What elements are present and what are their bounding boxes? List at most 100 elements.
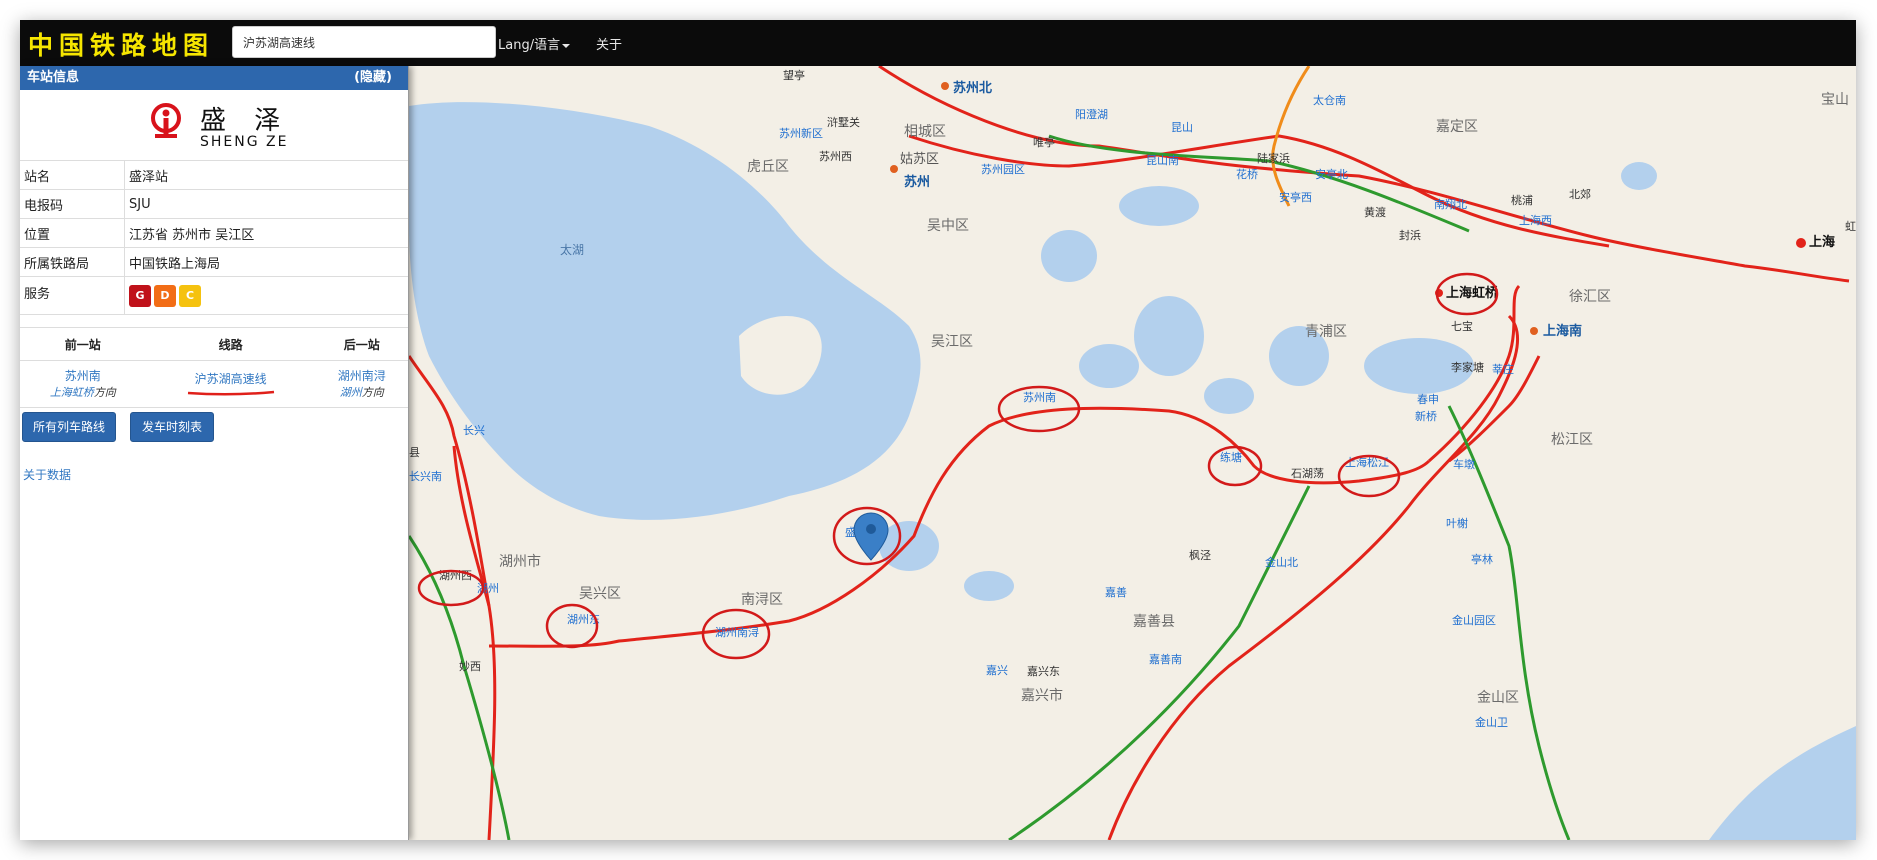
station-label[interactable]: 昆山 (1171, 121, 1193, 134)
line-header: 线路 (145, 327, 316, 361)
info-key: 位置 (20, 218, 125, 248)
red-underline-annotation (187, 390, 274, 396)
station-label[interactable]: 浒墅关 (827, 115, 860, 129)
station-label[interactable]: 金山北 (1265, 555, 1298, 569)
district-label: 青浦区 (1305, 324, 1347, 340)
top-navbar: 中国铁路地图 Lang/语言 关于 (20, 20, 1856, 66)
prev-station-cell: 苏州南 上海虹桥方向 (20, 360, 146, 408)
station-label[interactable]: 车墩 (1453, 457, 1475, 471)
about-link[interactable]: 关于 (596, 34, 622, 53)
station-label[interactable]: 封浜 (1399, 228, 1421, 242)
station-label[interactable]: 新桥 (1415, 409, 1437, 423)
lake (964, 571, 1014, 601)
station-label[interactable]: 望亭 (783, 68, 805, 82)
station-label[interactable]: 太仓南 (1313, 93, 1346, 107)
station-label[interactable]: 金山园区 (1452, 613, 1496, 627)
station-label[interactable]: 桃浦 (1511, 193, 1533, 207)
station-label[interactable]: 陆家浜 (1257, 151, 1290, 165)
station-name-cn: 盛 泽 (200, 106, 291, 136)
station-label[interactable]: 湖州南浔 (715, 626, 759, 639)
station-label[interactable]: 上海西 (1519, 213, 1552, 227)
next-station-link[interactable]: 湖州南浔 (317, 368, 407, 384)
table-row: 所属铁路局 中国铁路上海局 (20, 247, 408, 277)
line-cell: 沪苏湖高速线 (145, 360, 316, 408)
next-station-cell: 湖州南浔 湖州方向 (315, 360, 408, 408)
app-title[interactable]: 中国铁路地图 (28, 26, 214, 62)
station-info-panel: 车站信息 (隐藏) 盛 泽 SHENG ZE 站名 盛泽站 电报码 SJU 位置 江苏… (20, 66, 409, 840)
station-label[interactable]: 上海虹桥 (1446, 285, 1499, 301)
next-direction-station: 湖州 (339, 385, 362, 399)
station-label[interactable]: 嘉兴 (986, 663, 1008, 677)
station-label[interactable]: 上海 (1809, 234, 1835, 250)
table-row: 服务 GDC (20, 276, 408, 315)
search-input[interactable] (232, 26, 496, 58)
station-label[interactable]: 妙西 (459, 659, 481, 673)
station-label[interactable]: 安亭西 (1279, 190, 1312, 204)
station-label[interactable]: 苏州南 (1023, 391, 1056, 404)
info-key: 服务 (20, 276, 125, 315)
station-label[interactable]: 苏州新区 (779, 126, 823, 140)
district-label: 吴江区 (931, 334, 973, 350)
station-label[interactable]: 嘉善南 (1149, 652, 1182, 666)
info-value: 江苏省 苏州市 吴江区 (124, 218, 408, 248)
station-label[interactable]: 莘庄 (1492, 362, 1514, 376)
district-label: 相城区 (904, 124, 946, 140)
station-label[interactable]: 苏州园区 (981, 163, 1025, 176)
app-window: 中国铁路地图 Lang/语言 关于 车站信息 (隐藏) 盛 泽 SHENG ZE… (20, 20, 1856, 840)
station-label[interactable]: 李家塘 (1451, 360, 1484, 374)
district-label: 虎丘区 (747, 159, 789, 175)
prev-direction-station: 上海虹桥 (49, 385, 94, 399)
china-railway-logo-icon (151, 103, 181, 138)
station-label[interactable]: 阳澄湖 (1075, 107, 1108, 121)
hide-panel-link[interactable]: (隐藏) (354, 66, 392, 90)
station-label[interactable]: 金山卫 (1475, 715, 1508, 729)
info-value: SJU (124, 189, 408, 219)
station-label[interactable]: 练塘 (1220, 450, 1242, 464)
station-label[interactable]: 长兴 (463, 424, 485, 437)
lang-menu-label: Lang/语言 (498, 38, 561, 53)
lang-menu[interactable]: Lang/语言 (498, 34, 571, 53)
station-label[interactable]: 苏州西 (819, 150, 852, 163)
station-label[interactable]: 叶榭 (1446, 516, 1468, 530)
station-label[interactable]: 亭林 (1471, 552, 1493, 566)
station-label[interactable]: 昆山南 (1146, 154, 1179, 167)
station-label[interactable]: 嘉兴东 (1027, 664, 1060, 678)
station-label[interactable]: 嘉善 (1105, 585, 1127, 599)
station-label[interactable]: 长兴南 (409, 470, 442, 483)
timetable-button[interactable]: 发车时刻表 (130, 412, 214, 442)
prev-station-link[interactable]: 苏州南 (21, 368, 145, 384)
railway-map[interactable]: 虎丘区 相城区 嘉定区 宝山 吴中区 吴江区 青浦区 徐汇区 松江区 嘉善县 湖… (409, 66, 1856, 840)
direction-word: 方向 (361, 385, 384, 399)
station-label[interactable]: 南翔北 (1434, 197, 1467, 211)
station-label[interactable]: 上海南 (1543, 323, 1582, 339)
line-link[interactable]: 沪苏湖高速线 (195, 372, 267, 386)
station-label[interactable]: 姑苏区 (900, 151, 939, 167)
table-row: 电报码 SJU (20, 189, 408, 219)
station-label[interactable]: 黄渡 (1364, 205, 1386, 219)
table-row: 站名 盛泽站 (20, 161, 408, 190)
water-label: 太湖 (560, 242, 584, 257)
info-key: 站名 (20, 161, 125, 190)
direction-word: 方向 (93, 385, 116, 399)
station-label[interactable]: 唯亭 (1033, 135, 1055, 149)
info-key: 所属铁路局 (20, 247, 125, 277)
info-value: 中国铁路上海局 (124, 247, 408, 277)
district-label: 宝山 (1821, 92, 1849, 108)
station-label[interactable]: 春申 (1417, 393, 1439, 406)
station-label[interactable]: 苏州北 (953, 80, 992, 96)
station-label[interactable]: 北郊 (1569, 188, 1591, 201)
station-label[interactable]: 七宝 (1451, 319, 1473, 333)
station-label[interactable]: 石湖荡 (1291, 467, 1324, 480)
district-label: 金山区 (1477, 690, 1519, 706)
district-label: 松江区 (1551, 432, 1593, 448)
district-label: 嘉定区 (1436, 119, 1478, 135)
about-data-link[interactable]: 关于数据 (23, 466, 71, 483)
station-label[interactable]: 枫泾 (1189, 548, 1211, 562)
lake (1119, 186, 1199, 226)
all-train-routes-button[interactable]: 所有列车路线 (22, 412, 116, 442)
info-key: 电报码 (20, 189, 125, 219)
station-label[interactable]: 花桥 (1236, 168, 1258, 181)
map-edge-label: 县 (409, 446, 420, 459)
station-label[interactable]: 苏州 (904, 174, 930, 190)
station-label[interactable]: 安亭北 (1315, 167, 1348, 181)
